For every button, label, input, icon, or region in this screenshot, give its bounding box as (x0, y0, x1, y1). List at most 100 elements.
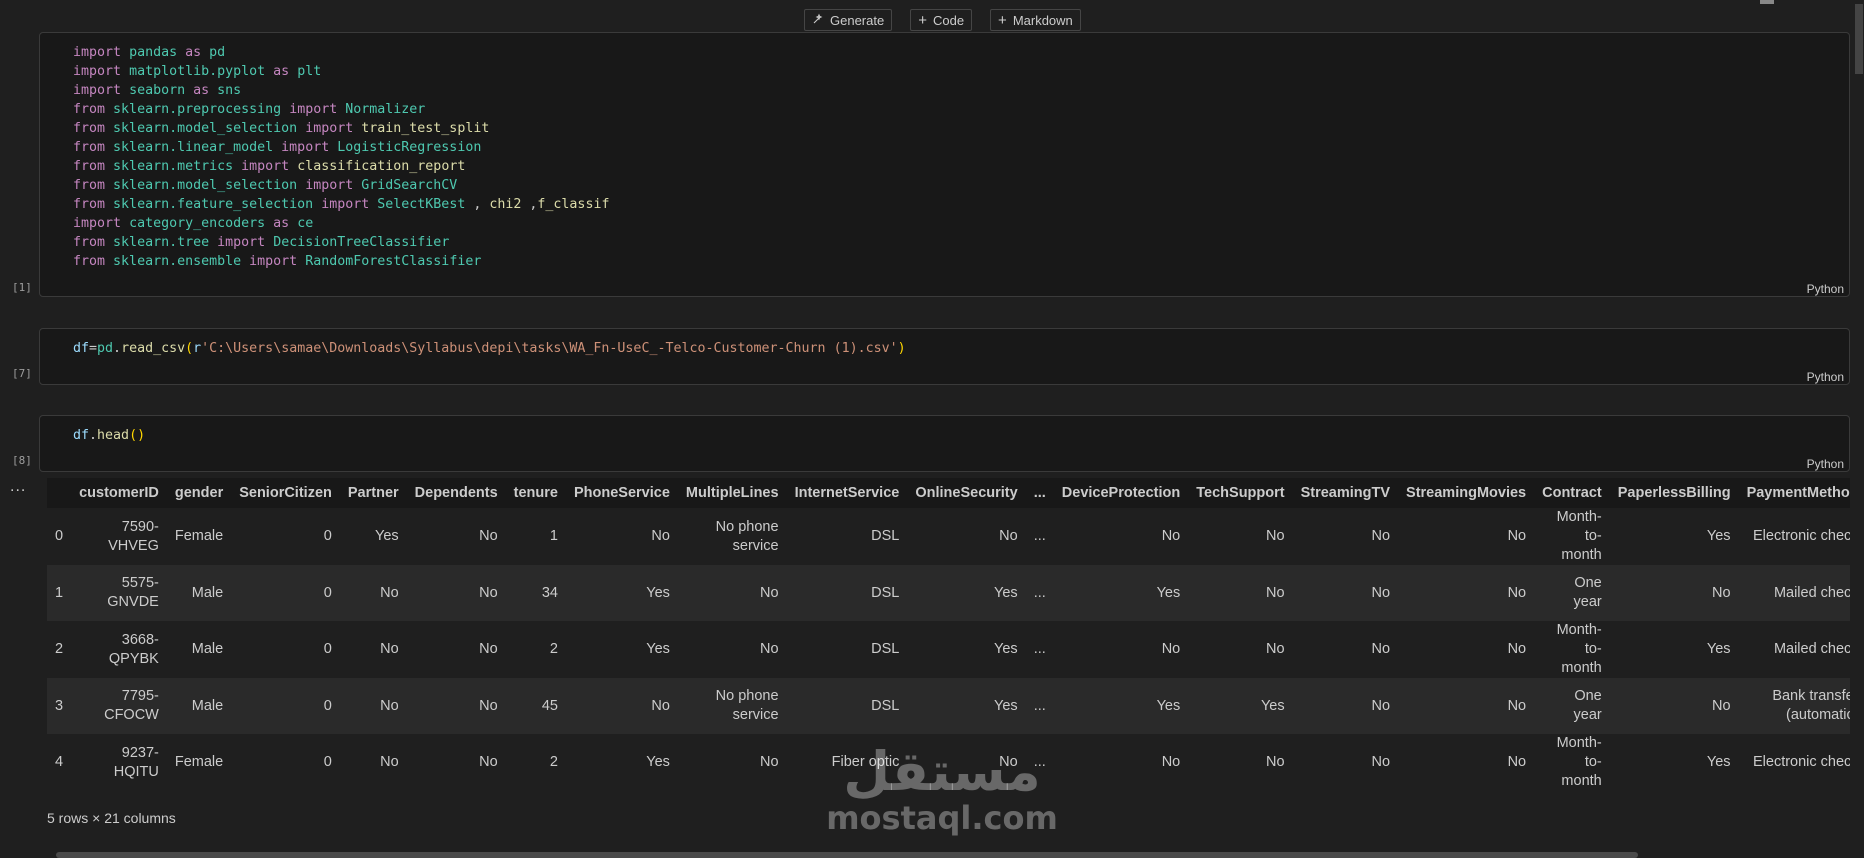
column-header: Partner (339, 478, 407, 508)
table-cell: No (1712, 584, 1731, 601)
table-cell: One year (1573, 575, 1602, 610)
code-line: import matplotlib.pyplot as plt (73, 64, 322, 79)
table-cell: No (380, 754, 399, 770)
table-cell: No (1507, 641, 1527, 657)
code-cell-head[interactable]: df.head() Python (39, 415, 1850, 472)
row-index: 0 (55, 528, 64, 544)
table-header-row: customerID gender SeniorCitizen Partner Depe… (47, 478, 1850, 508)
table-cell: No (760, 584, 779, 601)
table-cell: Yes (646, 584, 670, 601)
code-line: from sklearn.feature_selection import Se… (73, 197, 610, 212)
code-line: from sklearn.model_selection import trai… (73, 121, 490, 136)
table-cell: Male (191, 697, 224, 714)
plus-icon: + (918, 11, 927, 29)
table-cell: Yes (994, 584, 1018, 601)
execution-count: [1] (12, 281, 32, 294)
table-cell: Male (191, 584, 224, 601)
table-cell: No (380, 641, 399, 657)
column-header: SeniorCitizen (231, 478, 340, 508)
code-editor[interactable]: df.head() (73, 426, 145, 445)
code-cell-read-csv[interactable]: df=pd.read_csv(r'C:\Users\samae\Download… (39, 328, 1850, 385)
execution-count: [8] (12, 454, 32, 467)
code-line: from sklearn.linear_model import Logisti… (73, 140, 482, 155)
table-cell: No (1266, 641, 1285, 657)
column-header: DeviceProtection (1053, 478, 1189, 508)
table-cell: No (651, 528, 670, 544)
table-cell: No (479, 641, 498, 657)
table-cell: ... (1033, 641, 1046, 657)
table-cell: 7590- VHVEG (108, 518, 159, 554)
row-index: 3 (55, 697, 64, 714)
add-code-cell-button[interactable]: + Code (910, 9, 973, 31)
table-cell: 34 (541, 584, 558, 601)
column-header: MultipleLines (677, 478, 787, 508)
table-cell: Yes (1706, 754, 1731, 770)
vertical-scrollbar-thumb[interactable] (1855, 4, 1863, 74)
watermark-latin: mostaql.com (826, 799, 1058, 837)
column-header: StreamingTV (1292, 478, 1399, 508)
table-cell: Yes (1706, 641, 1731, 657)
table-cell: ... (1033, 528, 1046, 544)
table-cell: No (380, 697, 399, 714)
code-cell-imports[interactable]: import pandas as pd import matplotlib.py… (39, 32, 1850, 297)
table-cell: 7795- CFOCW (104, 688, 159, 723)
table-cell: Yes (1260, 697, 1285, 714)
table-cell: Yes (375, 528, 399, 544)
plus-icon: + (998, 11, 1007, 29)
table-cell: Month- to- month (1556, 622, 1602, 676)
table-cell: No phone service (715, 518, 779, 554)
output-menu-ellipsis[interactable]: ... (10, 478, 26, 496)
generate-label: Generate (830, 12, 885, 28)
table-cell: No phone service (715, 688, 779, 723)
table-cell: No (479, 697, 498, 714)
table-cell: No (1712, 697, 1731, 714)
table-cell: Yes (994, 641, 1018, 657)
table-cell: No (1371, 641, 1391, 657)
column-header: PaperlessBilling (1609, 478, 1739, 508)
row-index: 2 (55, 641, 64, 657)
column-header: TechSupport (1188, 478, 1293, 508)
code-editor[interactable]: import pandas as pd import matplotlib.py… (73, 43, 609, 271)
table-cell: 1 (549, 528, 558, 544)
table-cell: 2 (549, 754, 558, 770)
table-cell: Bank transfer (automatic) (1772, 688, 1850, 723)
table-cell: Electronic check (1752, 754, 1850, 770)
table-cell: Electronic check (1752, 528, 1850, 544)
table-cell: No (1266, 754, 1285, 770)
cell-language-label[interactable]: Python (1807, 282, 1844, 296)
column-header: PhoneService (565, 478, 678, 508)
table-cell: No (1507, 754, 1527, 770)
table-cell: 3668- QPYBK (108, 631, 159, 667)
table-cell: Yes (994, 697, 1018, 714)
table-cell: No (479, 528, 498, 544)
watermark-arabic: مستقل (843, 740, 1041, 803)
table-cell: Yes (646, 641, 670, 657)
code-editor[interactable]: df=pd.read_csv(r'C:\Users\samae\Download… (73, 339, 906, 358)
table-cell: Mailed check (1773, 641, 1850, 657)
table-cell: 0 (323, 584, 332, 601)
code-line: import seaborn as sns (73, 83, 242, 98)
table-cell: No (651, 697, 670, 714)
table-cell: No (1371, 697, 1391, 714)
column-header: ... (1025, 478, 1054, 508)
table-cell: No (1266, 584, 1285, 601)
horizontal-scrollbar[interactable] (56, 852, 1638, 858)
table-row: 3 7795- CFOCW Male 0 No No 45 No No phone servic… (47, 678, 1850, 734)
generate-button[interactable]: Generate (804, 9, 893, 31)
vertical-scrollbar[interactable] (1854, 0, 1864, 858)
add-markdown-cell-button[interactable]: + Markdown (990, 9, 1081, 31)
table-cell: Female (174, 754, 224, 770)
column-header: Contract (1534, 478, 1610, 508)
table-cell: Month- to- month (1556, 509, 1602, 563)
table-cell: 0 (323, 754, 332, 770)
table-cell: One year (1573, 688, 1602, 723)
dataframe-shape: 5 rows × 21 columns (47, 810, 176, 826)
code-line: import category_encoders as ce (73, 216, 314, 231)
row-index: 4 (55, 754, 64, 770)
cell-language-label[interactable]: Python (1807, 370, 1844, 384)
table-cell: No (760, 754, 779, 770)
cell-language-label[interactable]: Python (1807, 457, 1844, 471)
table-cell: ... (1033, 697, 1046, 714)
table-cell: 2 (549, 641, 558, 657)
table-cell: 9237- HQITU (113, 744, 159, 780)
